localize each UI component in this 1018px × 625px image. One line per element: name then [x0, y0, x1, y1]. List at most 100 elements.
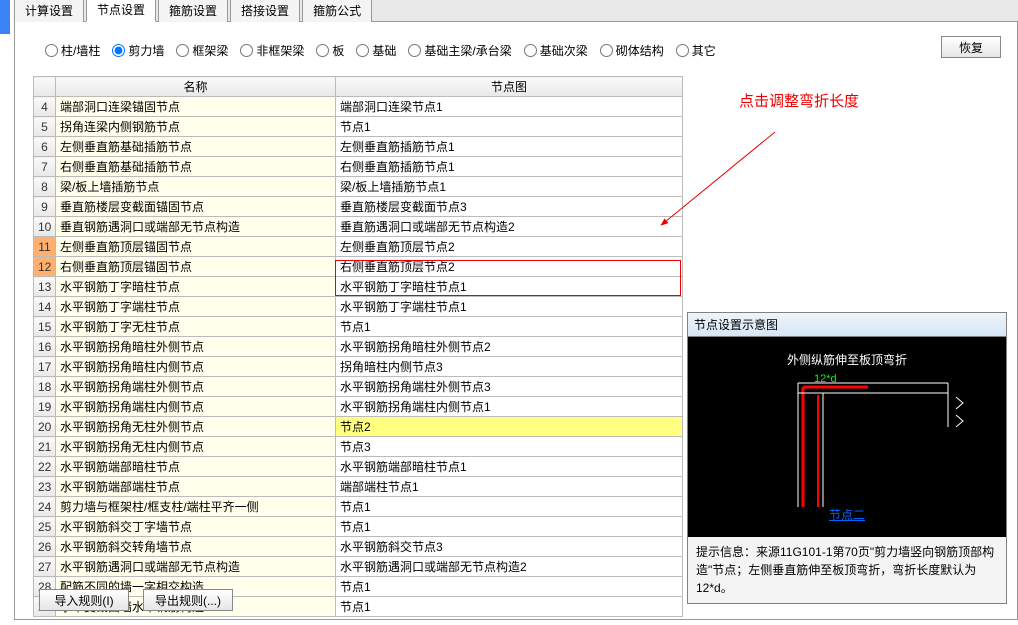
- cell-img[interactable]: 垂直筋楼层变截面节点3: [336, 197, 683, 217]
- table-row[interactable]: 21水平钢筋拐角无柱内侧节点节点3: [34, 437, 683, 457]
- cell-name[interactable]: 水平钢筋丁字端柱节点: [56, 297, 336, 317]
- tab-3[interactable]: 搭接设置: [230, 0, 300, 22]
- cell-img[interactable]: 右侧垂直筋顶层节点2: [336, 257, 683, 277]
- table-row[interactable]: 8梁/板上墙插筋节点梁/板上墙插筋节点1: [34, 177, 683, 197]
- row-number[interactable]: 23: [34, 477, 56, 497]
- radio-input-5[interactable]: [356, 44, 369, 57]
- cell-name[interactable]: 水平钢筋丁字无柱节点: [56, 317, 336, 337]
- tab-4[interactable]: 箍筋公式: [302, 0, 372, 22]
- cell-img[interactable]: 水平钢筋拐角端柱内侧节点1: [336, 397, 683, 417]
- cell-img[interactable]: 水平钢筋遇洞口或端部无节点构造2: [336, 557, 683, 577]
- import-rules-button[interactable]: 导入规则(I): [39, 589, 129, 611]
- radio-input-3[interactable]: [240, 44, 253, 57]
- cell-img[interactable]: 端部洞口连梁节点1: [336, 97, 683, 117]
- radio-input-2[interactable]: [176, 44, 189, 57]
- row-number[interactable]: 25: [34, 517, 56, 537]
- radio-5[interactable]: 基础: [356, 42, 396, 59]
- radio-2[interactable]: 框架梁: [176, 42, 228, 59]
- radio-7[interactable]: 基础次梁: [524, 42, 588, 59]
- row-number[interactable]: 26: [34, 537, 56, 557]
- row-number[interactable]: 11: [34, 237, 56, 257]
- table-row[interactable]: 4端部洞口连梁锚固节点端部洞口连梁节点1: [34, 97, 683, 117]
- table-row[interactable]: 11左侧垂直筋顶层锚固节点左侧垂直筋顶层节点2: [34, 237, 683, 257]
- table-row[interactable]: 27水平钢筋遇洞口或端部无节点构造水平钢筋遇洞口或端部无节点构造2: [34, 557, 683, 577]
- cell-name[interactable]: 水平钢筋拐角端柱外侧节点: [56, 377, 336, 397]
- radio-1[interactable]: 剪力墙: [112, 42, 164, 59]
- cell-img[interactable]: 节点3: [336, 437, 683, 457]
- recover-button[interactable]: 恢复: [941, 36, 1001, 58]
- radio-9[interactable]: 其它: [676, 42, 716, 59]
- row-number[interactable]: 9: [34, 197, 56, 217]
- table-row[interactable]: 7右侧垂直筋基础插筋节点右侧垂直筋插筋节点1: [34, 157, 683, 177]
- row-number[interactable]: 17: [34, 357, 56, 377]
- cell-name[interactable]: 水平钢筋端部端柱节点: [56, 477, 336, 497]
- row-number[interactable]: 5: [34, 117, 56, 137]
- cell-name[interactable]: 端部洞口连梁锚固节点: [56, 97, 336, 117]
- cell-img[interactable]: 节点1: [336, 497, 683, 517]
- cell-name[interactable]: 水平钢筋拐角端柱内侧节点: [56, 397, 336, 417]
- cell-name[interactable]: 水平钢筋拐角暗柱外侧节点: [56, 337, 336, 357]
- table-row[interactable]: 10垂直钢筋遇洞口或端部无节点构造垂直筋遇洞口或端部无节点构造2: [34, 217, 683, 237]
- table-row[interactable]: 15水平钢筋丁字无柱节点节点1: [34, 317, 683, 337]
- table-row[interactable]: 17水平钢筋拐角暗柱内侧节点拐角暗柱内侧节点3: [34, 357, 683, 377]
- row-number[interactable]: 12: [34, 257, 56, 277]
- table-row[interactable]: 22水平钢筋端部暗柱节点水平钢筋端部暗柱节点1: [34, 457, 683, 477]
- cell-img[interactable]: 节点1: [336, 597, 683, 617]
- cell-name[interactable]: 水平钢筋拐角无柱内侧节点: [56, 437, 336, 457]
- cell-name[interactable]: 垂直筋楼层变截面锚固节点: [56, 197, 336, 217]
- table-row[interactable]: 20水平钢筋拐角无柱外侧节点节点2: [34, 417, 683, 437]
- table-row[interactable]: 9垂直筋楼层变截面锚固节点垂直筋楼层变截面节点3: [34, 197, 683, 217]
- radio-input-6[interactable]: [408, 44, 421, 57]
- col-header-img[interactable]: 节点图: [336, 77, 683, 97]
- cell-img[interactable]: 节点1: [336, 577, 683, 597]
- radio-input-9[interactable]: [676, 44, 689, 57]
- cell-name[interactable]: 水平钢筋端部暗柱节点: [56, 457, 336, 477]
- row-number[interactable]: 22: [34, 457, 56, 477]
- radio-input-0[interactable]: [45, 44, 58, 57]
- row-number[interactable]: 27: [34, 557, 56, 577]
- radio-4[interactable]: 板: [316, 42, 344, 59]
- row-number[interactable]: 10: [34, 217, 56, 237]
- radio-input-1[interactable]: [112, 44, 125, 57]
- cell-img[interactable]: 节点1: [336, 317, 683, 337]
- cell-name[interactable]: 水平钢筋拐角无柱外侧节点: [56, 417, 336, 437]
- cell-name[interactable]: 右侧垂直筋顶层锚固节点: [56, 257, 336, 277]
- table-row[interactable]: 14水平钢筋丁字端柱节点水平钢筋丁字端柱节点1: [34, 297, 683, 317]
- cell-img[interactable]: 水平钢筋丁字端柱节点1: [336, 297, 683, 317]
- row-number[interactable]: 20: [34, 417, 56, 437]
- table-row[interactable]: 23水平钢筋端部端柱节点端部端柱节点1: [34, 477, 683, 497]
- radio-3[interactable]: 非框架梁: [240, 42, 304, 59]
- node-table[interactable]: 名称 节点图 4端部洞口连梁锚固节点端部洞口连梁节点15拐角连梁内侧钢筋节点节点…: [33, 76, 683, 617]
- radio-0[interactable]: 柱/墙柱: [45, 42, 100, 59]
- cell-img[interactable]: 水平钢筋端部暗柱节点1: [336, 457, 683, 477]
- cell-name[interactable]: 垂直钢筋遇洞口或端部无节点构造: [56, 217, 336, 237]
- row-number[interactable]: 13: [34, 277, 56, 297]
- radio-6[interactable]: 基础主梁/承台梁: [408, 42, 511, 59]
- row-number[interactable]: 16: [34, 337, 56, 357]
- table-row[interactable]: 24剪力墙与框架柱/框支柱/端柱平齐一侧节点1: [34, 497, 683, 517]
- cell-img[interactable]: 左侧垂直筋顶层节点2: [336, 237, 683, 257]
- row-number[interactable]: 24: [34, 497, 56, 517]
- tab-1[interactable]: 节点设置: [86, 0, 156, 22]
- table-row[interactable]: 19水平钢筋拐角端柱内侧节点水平钢筋拐角端柱内侧节点1: [34, 397, 683, 417]
- table-row[interactable]: 26水平钢筋斜交转角墙节点水平钢筋斜交节点3: [34, 537, 683, 557]
- cell-name[interactable]: 水平钢筋斜交转角墙节点: [56, 537, 336, 557]
- cell-name[interactable]: 拐角连梁内侧钢筋节点: [56, 117, 336, 137]
- radio-input-4[interactable]: [316, 44, 329, 57]
- radio-input-7[interactable]: [524, 44, 537, 57]
- cell-name[interactable]: 水平钢筋丁字暗柱节点: [56, 277, 336, 297]
- cell-img[interactable]: 垂直筋遇洞口或端部无节点构造2: [336, 217, 683, 237]
- radio-8[interactable]: 砌体结构: [600, 42, 664, 59]
- radio-input-8[interactable]: [600, 44, 613, 57]
- cell-name[interactable]: 水平钢筋拐角暗柱内侧节点: [56, 357, 336, 377]
- cell-img[interactable]: 左侧垂直筋插筋节点1: [336, 137, 683, 157]
- cell-img[interactable]: 水平钢筋斜交节点3: [336, 537, 683, 557]
- row-number[interactable]: 18: [34, 377, 56, 397]
- export-rules-button[interactable]: 导出规则(...): [143, 589, 233, 611]
- tab-0[interactable]: 计算设置: [14, 0, 84, 22]
- cell-name[interactable]: 右侧垂直筋基础插筋节点: [56, 157, 336, 177]
- table-row[interactable]: 12右侧垂直筋顶层锚固节点右侧垂直筋顶层节点2: [34, 257, 683, 277]
- cell-img[interactable]: 拐角暗柱内侧节点3: [336, 357, 683, 377]
- cell-img[interactable]: 节点1: [336, 117, 683, 137]
- cell-img[interactable]: 端部端柱节点1: [336, 477, 683, 497]
